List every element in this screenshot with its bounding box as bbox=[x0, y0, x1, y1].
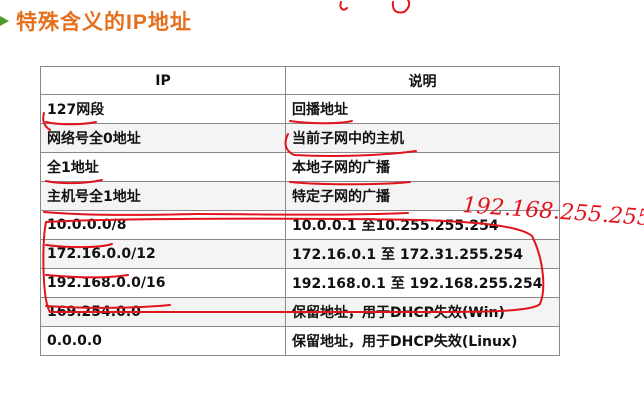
ip-cell: 127网段 bbox=[40, 94, 286, 124]
header-description: 说明 bbox=[285, 66, 560, 95]
ip-cell: 169.254.0.0 bbox=[40, 297, 286, 327]
desc-cell: 保留地址，用于DHCP失效(Win) bbox=[285, 297, 560, 327]
table-row: 192.168.0.0/16 192.168.0.1 至 192.168.255… bbox=[40, 268, 560, 298]
header-ip: IP bbox=[40, 66, 286, 95]
desc-cell: 10.0.0.1 至10.255.255.254 bbox=[285, 210, 560, 240]
desc-cell: 保留地址，用于DHCP失效(Linux) bbox=[285, 326, 560, 356]
table-row: 网络号全0地址 当前子网中的主机 bbox=[40, 123, 560, 153]
special-ip-table: IP 说明 127网段 回播地址 网络号全0地址 当前子网中的主机 全1地址 本… bbox=[40, 66, 560, 356]
table-row: 172.16.0.0/12 172.16.0.1 至 172.31.255.25… bbox=[40, 239, 560, 269]
desc-cell: 特定子网的广播 bbox=[285, 181, 560, 211]
title-text: 特殊含义的IP地址 bbox=[16, 10, 192, 34]
desc-cell: 当前子网中的主机 bbox=[285, 123, 560, 153]
ip-cell: 网络号全0地址 bbox=[40, 123, 286, 153]
table-row: 全1地址 本地子网的广播 bbox=[40, 152, 560, 182]
table-row: 主机号全1地址 特定子网的广播 bbox=[40, 181, 560, 211]
desc-cell: 172.16.0.1 至 172.31.255.254 bbox=[285, 239, 560, 269]
desc-cell: 192.168.0.1 至 192.168.255.254 bbox=[285, 268, 560, 298]
table-row: 127网段 回播地址 bbox=[40, 94, 560, 124]
table-header-row: IP 说明 bbox=[40, 66, 560, 95]
desc-cell: 回播地址 bbox=[285, 94, 560, 124]
ip-cell: 192.168.0.0/16 bbox=[40, 268, 286, 298]
ip-cell: 10.0.0.0/8 bbox=[40, 210, 286, 240]
table-row: 10.0.0.0/8 10.0.0.1 至10.255.255.254 bbox=[40, 210, 560, 240]
ip-cell: 主机号全1地址 bbox=[40, 181, 286, 211]
green-arrow-bullet-icon bbox=[0, 16, 10, 26]
slide-title: 特殊含义的IP地址 bbox=[0, 6, 192, 36]
ip-cell: 0.0.0.0 bbox=[40, 326, 286, 356]
table-row: 0.0.0.0 保留地址，用于DHCP失效(Linux) bbox=[40, 326, 560, 356]
top-scribble-right bbox=[391, 0, 411, 14]
top-scribble-left bbox=[339, 1, 348, 11]
table-row: 169.254.0.0 保留地址，用于DHCP失效(Win) bbox=[40, 297, 560, 327]
ip-cell: 172.16.0.0/12 bbox=[40, 239, 286, 269]
ip-cell: 全1地址 bbox=[40, 152, 286, 182]
desc-cell: 本地子网的广播 bbox=[285, 152, 560, 182]
